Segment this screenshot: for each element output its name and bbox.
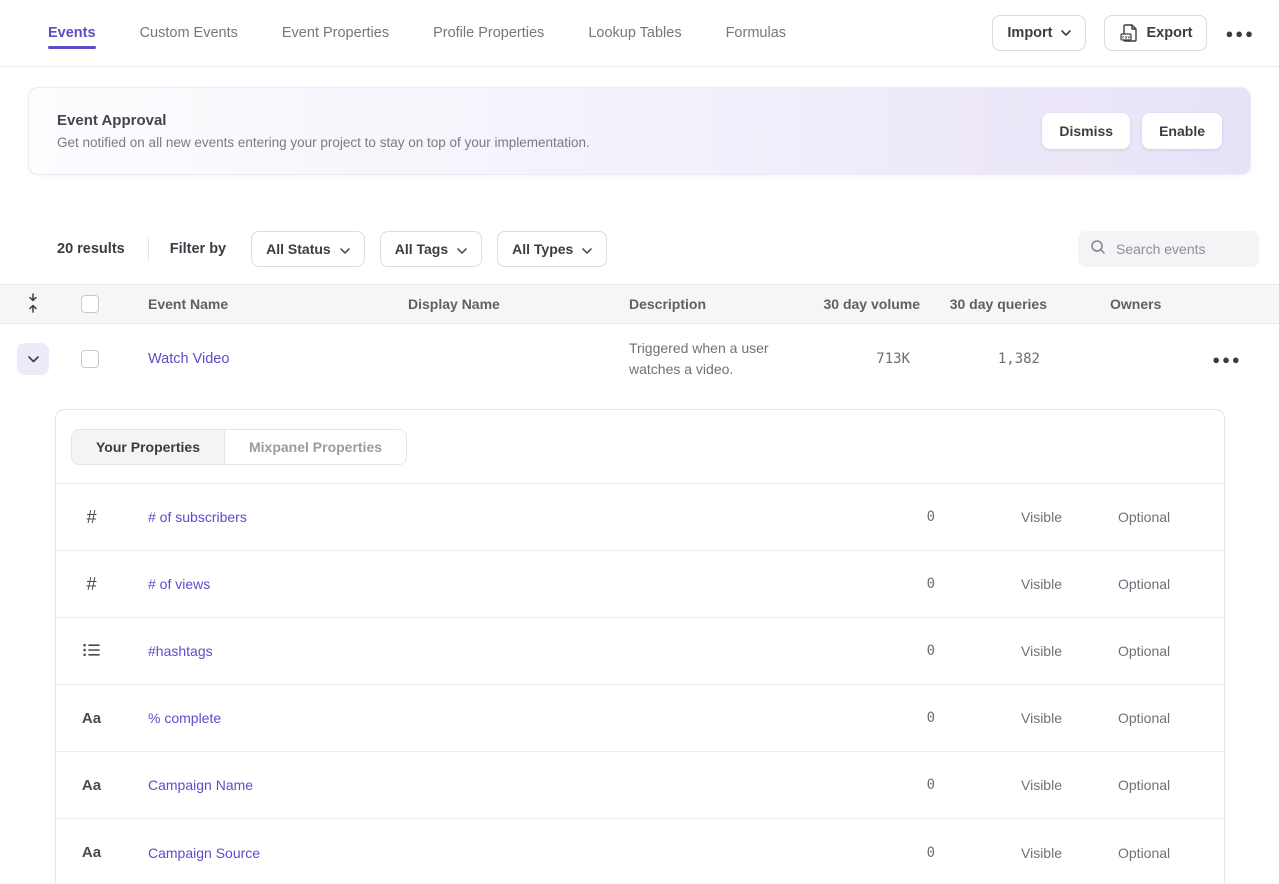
property-count: 0 — [815, 576, 935, 592]
property-name-link[interactable]: # of views — [127, 576, 815, 592]
property-name-link[interactable]: % complete — [127, 710, 815, 726]
tab-event-properties[interactable]: Event Properties — [282, 0, 389, 66]
property-visibility: Visible — [935, 576, 1118, 592]
tab-lookup-tables[interactable]: Lookup Tables — [588, 0, 681, 66]
property-count: 0 — [815, 509, 935, 525]
event-row-watch-video: Watch Video Triggered when a user watche… — [0, 324, 1279, 394]
number-type-icon: # — [86, 507, 96, 528]
property-count: 0 — [815, 710, 935, 726]
banner-actions: Dismiss Enable — [1042, 113, 1222, 149]
banner-text: Event Approval Get notified on all new e… — [46, 112, 590, 150]
property-name-link[interactable]: Campaign Name — [127, 777, 815, 793]
export-button[interactable]: csv Export — [1104, 15, 1208, 51]
results-count: 20 results — [57, 241, 125, 257]
header-30-day-volume: 30 day volume — [797, 296, 920, 312]
property-row: Aa % complete 0 Visible Optional — [56, 685, 1224, 752]
property-visibility: Visible — [935, 509, 1118, 525]
event-description: Triggered when a user watches a video. — [597, 338, 797, 380]
property-requirement: Optional — [1118, 643, 1224, 659]
property-visibility: Visible — [935, 845, 1118, 861]
property-name-link[interactable]: Campaign Source — [127, 845, 815, 861]
header-description: Description — [597, 296, 797, 312]
tags-filter-dropdown[interactable]: All Tags — [380, 231, 482, 267]
text-type-icon: Aa — [82, 710, 101, 727]
number-type-icon: # — [86, 574, 96, 595]
tab-custom-events[interactable]: Custom Events — [140, 0, 238, 66]
event-volume: 713K — [797, 351, 920, 367]
property-count: 0 — [815, 777, 935, 793]
collapse-all-icon[interactable] — [26, 293, 40, 316]
enable-button[interactable]: Enable — [1142, 113, 1222, 149]
import-label: Import — [1007, 25, 1052, 41]
property-requirement: Optional — [1118, 576, 1224, 592]
property-row: Aa Campaign Name 0 Visible Optional — [56, 752, 1224, 819]
export-label: Export — [1147, 25, 1193, 41]
tab-mixpanel-properties[interactable]: Mixpanel Properties — [225, 430, 406, 464]
property-visibility: Visible — [935, 710, 1118, 726]
property-name-link[interactable]: #hashtags — [127, 643, 815, 659]
chevron-down-icon — [1061, 30, 1071, 36]
text-type-icon: Aa — [82, 777, 101, 794]
nav-tabs: Events Custom Events Event Properties Pr… — [48, 0, 786, 66]
text-type-icon: Aa — [82, 844, 101, 861]
status-filter-dropdown[interactable]: All Status — [251, 231, 365, 267]
search-input[interactable] — [1116, 241, 1247, 257]
filter-bar: 20 results Filter by All Status All Tags… — [0, 231, 1279, 267]
property-requirement: Optional — [1118, 710, 1224, 726]
property-visibility: Visible — [935, 643, 1118, 659]
tab-your-properties[interactable]: Your Properties — [72, 430, 225, 464]
banner-title: Event Approval — [57, 112, 590, 129]
header-display-name: Display Name — [376, 296, 597, 312]
chevron-down-icon — [340, 241, 350, 257]
chevron-down-icon — [457, 241, 467, 257]
tags-filter-label: All Tags — [395, 241, 448, 257]
property-count: 0 — [815, 643, 935, 659]
banner-description: Get notified on all new events entering … — [57, 135, 590, 150]
property-row: Aa Campaign Source 0 Visible Optional — [56, 819, 1224, 884]
property-visibility: Visible — [935, 777, 1118, 793]
row-menu-icon[interactable]: ●●● — [1212, 352, 1242, 367]
property-name-link[interactable]: # of subscribers — [127, 509, 815, 525]
more-options-icon[interactable]: ●●● — [1225, 26, 1255, 41]
types-filter-dropdown[interactable]: All Types — [497, 231, 607, 267]
csv-file-icon: csv — [1119, 23, 1139, 43]
event-approval-banner: Event Approval Get notified on all new e… — [28, 87, 1251, 175]
tab-formulas[interactable]: Formulas — [726, 0, 786, 66]
property-requirement: Optional — [1118, 509, 1224, 525]
property-requirement: Optional — [1118, 777, 1224, 793]
events-table-header: Event Name Display Name Description 30 d… — [0, 284, 1279, 324]
properties-segmented-tabs: Your Properties Mixpanel Properties — [71, 429, 407, 465]
select-all-checkbox[interactable] — [81, 295, 99, 313]
search-events-box — [1078, 231, 1259, 267]
tab-events[interactable]: Events — [48, 0, 96, 66]
dismiss-button[interactable]: Dismiss — [1042, 113, 1130, 149]
app-root: { "nav": { "tabs": [ { "label": "Events"… — [0, 0, 1279, 884]
chevron-down-icon — [582, 241, 592, 257]
list-type-icon — [83, 642, 100, 661]
event-name-link[interactable]: Watch Video — [148, 351, 229, 367]
property-requirement: Optional — [1118, 845, 1224, 861]
header-30-day-queries: 30 day queries — [920, 296, 1047, 312]
collapse-row-button[interactable] — [17, 343, 49, 375]
header-owners: Owners — [1047, 296, 1195, 312]
divider — [148, 237, 149, 261]
property-row: # # of subscribers 0 Visible Optional — [56, 484, 1224, 551]
tab-profile-properties[interactable]: Profile Properties — [433, 0, 544, 66]
properties-tabs-row: Your Properties Mixpanel Properties — [56, 410, 1224, 484]
search-icon — [1090, 239, 1106, 260]
top-nav: Events Custom Events Event Properties Pr… — [0, 0, 1279, 67]
import-button[interactable]: Import — [992, 15, 1085, 51]
properties-panel: Your Properties Mixpanel Properties # # … — [55, 409, 1225, 884]
property-row: #hashtags 0 Visible Optional — [56, 618, 1224, 685]
property-row: # # of views 0 Visible Optional — [56, 551, 1224, 618]
header-event-name: Event Name — [114, 296, 376, 312]
nav-actions: Import csv Export ●●● — [992, 15, 1255, 51]
filter-by-label: Filter by — [170, 241, 226, 257]
property-count: 0 — [815, 845, 935, 861]
svg-text:csv: csv — [1121, 36, 1130, 41]
types-filter-label: All Types — [512, 241, 573, 257]
row-checkbox[interactable] — [81, 350, 99, 368]
status-filter-label: All Status — [266, 241, 331, 257]
event-queries: 1,382 — [920, 351, 1047, 367]
